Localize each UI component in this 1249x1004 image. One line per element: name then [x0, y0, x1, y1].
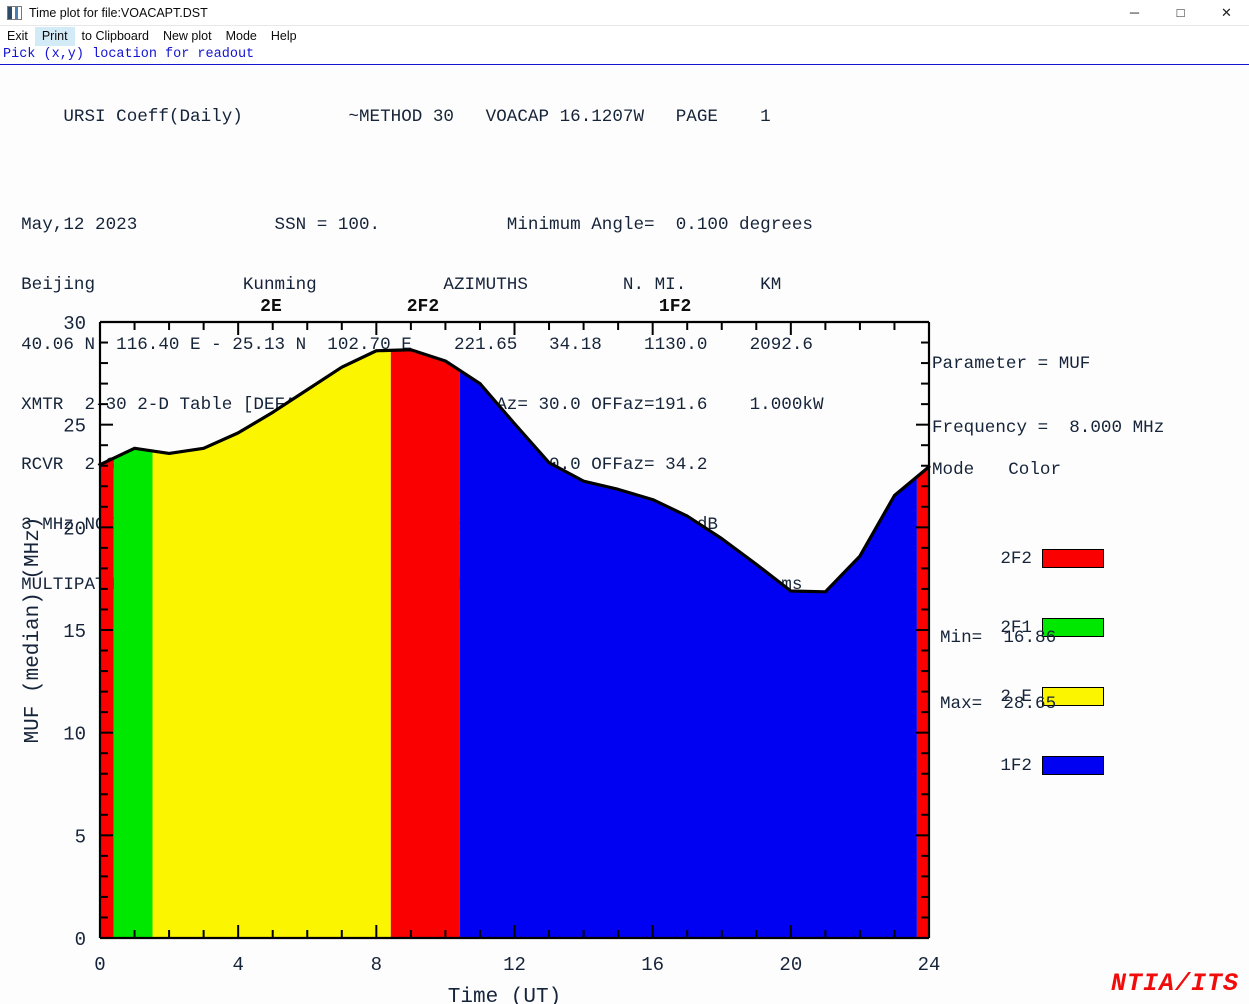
readout-hint-text: Pick (x,y) location for readout [3, 47, 255, 62]
menu-item-exit[interactable]: Exit [0, 27, 35, 46]
top-mode-annotation: 1F2 [659, 297, 691, 317]
mode-band-2f1 [113, 448, 153, 938]
top-mode-annotation: 2F2 [407, 297, 439, 317]
menu-item-help[interactable]: Help [264, 27, 304, 46]
legend-header-mode: Mode [932, 460, 975, 480]
minimize-button[interactable]: ─ [1112, 0, 1157, 25]
voacap-report-header: URSI Coeff(Daily) ~METHOD 30 VOACAP 16.1… [0, 64, 1249, 595]
legend-header: Mode Color [932, 458, 1192, 484]
maximize-button[interactable]: □ [1158, 0, 1203, 25]
mode-band-2f2 [390, 349, 460, 939]
x-tick-label: 16 [641, 954, 664, 976]
x-tick-label: 8 [371, 954, 382, 976]
legend-color-swatch [1042, 756, 1104, 775]
plot-info-panel: Parameter = MUF Frequency = 8.000 MHz Mo… [932, 312, 1249, 776]
y-tick-label: 5 [75, 826, 86, 848]
x-tick-label: 12 [503, 954, 526, 976]
window-title-bar: Time plot for file:VOACAPT.DST ─ □ ✕ [0, 0, 1249, 26]
report-line-method: URSI Coeff(Daily) ~METHOD 30 VOACAP 16.1… [0, 107, 771, 127]
readout-hint-bar: Pick (x,y) location for readout [0, 47, 1249, 65]
y-tick-label: 15 [63, 621, 86, 643]
legend-header-color: Color [1008, 460, 1062, 480]
x-axis-title: Time (UT) [448, 986, 561, 1004]
y-tick-label: 30 [63, 313, 86, 335]
y-tick-label: 20 [63, 518, 86, 540]
menu-item-mode[interactable]: Mode [219, 27, 264, 46]
x-tick-label: 0 [94, 954, 105, 976]
y-axis-title: MUF (median) (MHz) [22, 517, 45, 744]
menu-item-new-plot[interactable]: New plot [156, 27, 219, 46]
mode-band-2e [152, 350, 391, 939]
legend-color-swatch [1042, 549, 1104, 568]
app-window-icon [7, 5, 22, 20]
y-tick-label: 10 [63, 724, 86, 746]
y-tick-label: 25 [63, 416, 86, 438]
min-max-readout: Min= 16.86 Max= 28.65 [940, 586, 1056, 758]
mode-band-2f2 [100, 458, 114, 938]
x-tick-label: 4 [232, 954, 243, 976]
report-line-date-ssn: May,12 2023 SSN = 100. Minimum Angle= 0.… [0, 215, 813, 235]
legend-row-2f2: 2F2 [932, 544, 1192, 573]
close-button[interactable]: ✕ [1204, 0, 1249, 25]
window-title: Time plot for file:VOACAPT.DST [29, 5, 208, 20]
menu-item-to-clipboard[interactable]: to Clipboard [75, 27, 156, 46]
top-mode-annotation: 2E [260, 297, 282, 317]
parameter-label: Parameter = MUF [932, 354, 1091, 374]
max-value: Max= 28.65 [940, 694, 1057, 714]
menu-item-print[interactable]: Print [34, 27, 75, 46]
mode-band-1f2 [459, 370, 917, 938]
ntia-its-brand: NTIA/ITS [1110, 969, 1239, 998]
y-tick-label: 0 [75, 929, 86, 951]
report-spacer [0, 167, 1249, 175]
min-value: Min= 16.86 [940, 628, 1057, 648]
legend-mode-label: 2F2 [1000, 548, 1032, 569]
mode-annotations: 2E 2F2 1F2 [260, 297, 691, 317]
mode-band-2f2 [916, 466, 929, 938]
menu-bar: Exit Print to Clipboard New plot Mode He… [0, 26, 1249, 47]
x-tick-label: 20 [779, 954, 802, 976]
x-tick-label: 24 [918, 954, 941, 976]
